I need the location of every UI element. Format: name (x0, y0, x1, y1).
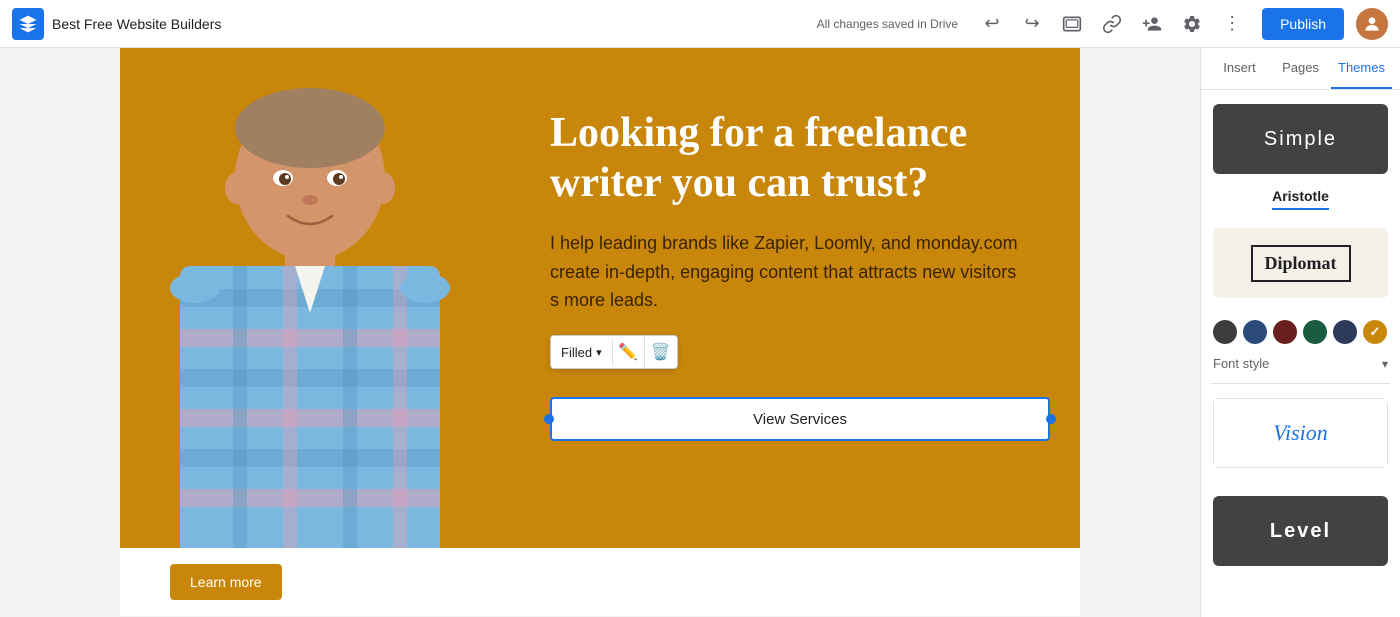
add-person-button[interactable] (1134, 6, 1170, 42)
hero-content: Looking for a freelance writer you can t… (520, 48, 1080, 481)
aristotle-section: Aristotle (1201, 188, 1400, 210)
preview-button[interactable] (1054, 6, 1090, 42)
undo-button[interactable]: ↩ (974, 6, 1010, 42)
theme-diplomat-preview: Diplomat (1213, 228, 1388, 298)
theme-level-preview: Level (1213, 496, 1388, 566)
toolbar-icons: ↩ ↪ ⋮ (974, 6, 1250, 42)
learn-more-button[interactable]: Learn more (170, 564, 282, 600)
more-options-button[interactable]: ⋮ (1214, 6, 1250, 42)
avatar (1356, 8, 1388, 40)
font-style-row: Font style ▾ (1201, 352, 1400, 383)
right-panel: Insert Pages Themes Simple Aristotle (1200, 48, 1400, 617)
tab-insert[interactable]: Insert (1209, 48, 1270, 89)
document-title: Best Free Website Builders (52, 16, 809, 32)
button-toolbar: Filled ▾ ✏️ 🗑️ (550, 335, 678, 369)
resize-handle-right[interactable] (1046, 414, 1056, 424)
topbar: Best Free Website Builders All changes s… (0, 0, 1400, 48)
bottom-section: Learn more (120, 548, 1080, 616)
swatch-green[interactable] (1303, 320, 1327, 344)
hero-section: Looking for a freelance writer you can t… (120, 48, 1080, 548)
swatch-darkblue[interactable] (1333, 320, 1357, 344)
save-status: All changes saved in Drive (817, 17, 958, 31)
view-services-button[interactable]: View Services (550, 397, 1050, 441)
hero-image (120, 48, 520, 548)
person-illustration (120, 48, 500, 548)
theme-vision-preview: Vision (1213, 398, 1388, 468)
delete-icon[interactable]: 🗑️ (645, 336, 677, 368)
button-style-select[interactable]: Filled ▾ (551, 339, 613, 366)
theme-diplomat[interactable]: Diplomat (1211, 226, 1390, 300)
canvas-area: Looking for a freelance writer you can t… (0, 48, 1200, 617)
theme-level[interactable]: Level (1211, 494, 1390, 568)
main-layout: Looking for a freelance writer you can t… (0, 48, 1400, 617)
theme-vision[interactable]: Vision (1211, 396, 1390, 470)
settings-button[interactable] (1174, 6, 1210, 42)
app-logo (12, 8, 44, 40)
color-swatches (1201, 312, 1400, 352)
hero-heading: Looking for a freelance writer you can t… (550, 108, 1050, 209)
swatch-gold[interactable] (1363, 320, 1387, 344)
aristotle-label: Aristotle (1272, 188, 1329, 204)
publish-button[interactable]: Publish (1262, 8, 1344, 40)
tab-themes[interactable]: Themes (1331, 48, 1392, 89)
tab-pages[interactable]: Pages (1270, 48, 1331, 89)
link-button[interactable] (1094, 6, 1130, 42)
section-divider (1211, 383, 1390, 384)
resize-handle-left[interactable] (544, 414, 554, 424)
swatch-burgundy[interactable] (1273, 320, 1297, 344)
font-style-dropdown[interactable]: ▾ (1382, 357, 1388, 371)
hero-subtext: I help leading brands like Zapier, Looml… (550, 229, 1030, 315)
page-canvas: Looking for a freelance writer you can t… (120, 48, 1080, 616)
theme-simple[interactable]: Simple (1211, 102, 1390, 176)
swatch-navy[interactable] (1243, 320, 1267, 344)
view-services-container: View Services (550, 397, 1050, 441)
redo-button[interactable]: ↪ (1014, 6, 1050, 42)
edit-icon[interactable]: ✏️ (613, 336, 645, 368)
swatch-dark[interactable] (1213, 320, 1237, 344)
chevron-down-icon: ▾ (596, 346, 602, 359)
theme-simple-preview: Simple (1213, 104, 1388, 174)
panel-tabs: Insert Pages Themes (1201, 48, 1400, 90)
